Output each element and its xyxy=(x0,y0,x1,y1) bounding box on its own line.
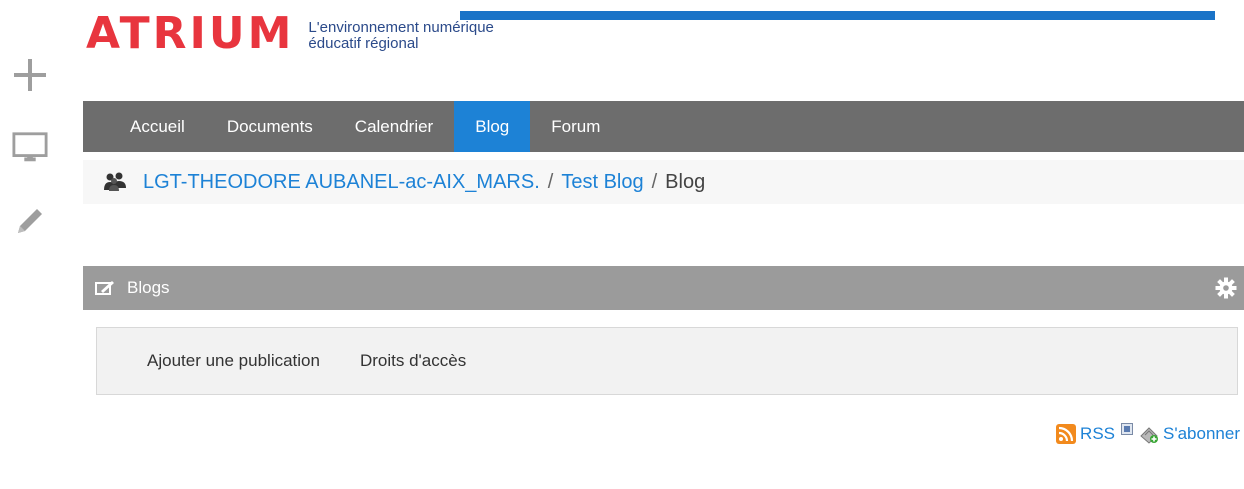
rss-link[interactable]: RSS xyxy=(1080,424,1115,444)
subscribe-link[interactable]: S'abonner xyxy=(1163,424,1240,444)
nav-item-calendrier[interactable]: Calendrier xyxy=(334,101,454,152)
blogs-panel-header: Blogs xyxy=(83,266,1244,310)
edit-tool-button[interactable] xyxy=(12,203,48,239)
rss-icon[interactable] xyxy=(1056,424,1077,444)
subscribe-icon[interactable] xyxy=(1139,424,1159,444)
breadcrumb-separator: / xyxy=(651,170,658,193)
external-link-icon[interactable] xyxy=(1121,423,1134,435)
add-tool-button[interactable] xyxy=(12,57,48,93)
header-accent-bar xyxy=(460,11,1215,20)
access-rights-link[interactable]: Droits d'accès xyxy=(360,351,466,371)
blog-actions-bar: Ajouter une publication Droits d'accès xyxy=(96,327,1238,395)
main-nav: Accueil Documents Calendrier Blog Forum xyxy=(83,101,1244,152)
blog-icon xyxy=(95,280,115,296)
add-publication-link[interactable]: Ajouter une publication xyxy=(147,351,320,371)
atrium-logo[interactable]: ATRIUM L'environnement numérique éducati… xyxy=(86,12,494,62)
breadcrumb: LGT-THEODORE AUBANEL-ac-AIX_MARS. / Test… xyxy=(83,160,1244,204)
pencil-icon xyxy=(18,209,42,233)
feed-links: RSS S'abonner xyxy=(1056,423,1240,444)
breadcrumb-test-blog-link[interactable]: Test Blog xyxy=(561,171,643,194)
nav-item-forum[interactable]: Forum xyxy=(530,101,621,152)
left-toolbar xyxy=(0,0,62,489)
breadcrumb-group-link[interactable]: LGT-THEODORE AUBANEL-ac-AIX_MARS. xyxy=(143,171,540,194)
nav-item-blog[interactable]: Blog xyxy=(454,101,531,152)
nav-item-documents[interactable]: Documents xyxy=(206,101,334,152)
tagline-line-1: L'environnement numérique xyxy=(308,19,494,36)
logo-tagline: L'environnement numérique éducatif régio… xyxy=(308,20,493,52)
logo-wordmark: ATRIUM xyxy=(86,8,295,59)
breadcrumb-current: Blog xyxy=(665,170,706,193)
panel-title: Blogs xyxy=(127,278,170,297)
gear-icon[interactable] xyxy=(1214,276,1238,300)
display-tool-button[interactable] xyxy=(12,130,48,166)
nav-item-accueil[interactable]: Accueil xyxy=(117,101,206,152)
tagline-line-2: éducatif régional xyxy=(308,35,419,52)
breadcrumb-separator: / xyxy=(547,170,554,193)
monitor-icon xyxy=(12,132,48,162)
plus-icon xyxy=(14,59,46,91)
group-icon xyxy=(103,171,127,193)
